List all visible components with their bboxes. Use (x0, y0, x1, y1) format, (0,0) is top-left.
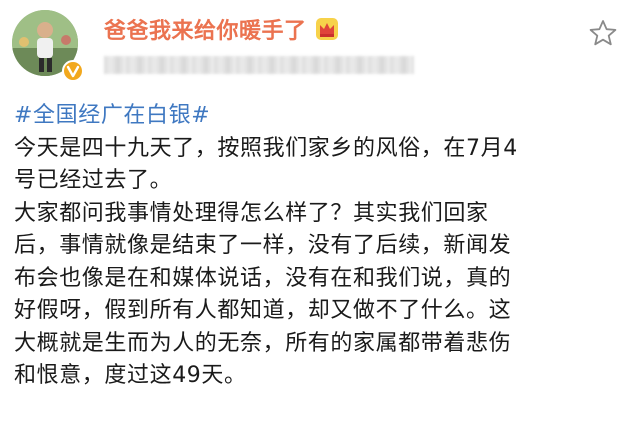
post-text-line: 后，事情就像是结束了一样，没有了后续，新闻发 (14, 233, 512, 258)
verified-v-icon (66, 65, 80, 78)
post-header: 爸爸我来给你暖手了 (0, 0, 640, 90)
post-text-line: 号已经过去了。 (14, 168, 173, 193)
verified-badge-icon (62, 60, 84, 82)
crown-icon[interactable] (315, 17, 339, 41)
post-meta-blurred (104, 56, 414, 74)
post-text-line: 大概就是生而为人的无奈，所有的家属都带着悲伤 (14, 330, 512, 356)
post-text-line: 好假呀，假到所有人都知道，却又做不了什么。这 (14, 298, 512, 323)
post-text-line: 今天是四十九天了，按照我们家乡的风俗，在7月4 (14, 135, 518, 161)
username-row: 爸爸我来给你暖手了 (104, 12, 339, 46)
star-icon[interactable] (588, 18, 618, 48)
hashtag-link[interactable]: #全国经广在白银# (14, 100, 630, 133)
post-content: #全国经广在白银# 今天是四十九天了，按照我们家乡的风俗，在7月4 号已经过去了… (14, 100, 630, 393)
username[interactable]: 爸爸我来给你暖手了 (104, 13, 307, 45)
avatar-container[interactable] (12, 10, 86, 84)
post-text-line: 大家都问我事情处理得怎么样了？其实我们回家 (14, 200, 489, 226)
post-text-line: 和恨意，度过这49天。 (14, 363, 247, 388)
post-text-line: 布会也像是在和媒体说话，没有在和我们说，真的 (14, 265, 512, 291)
